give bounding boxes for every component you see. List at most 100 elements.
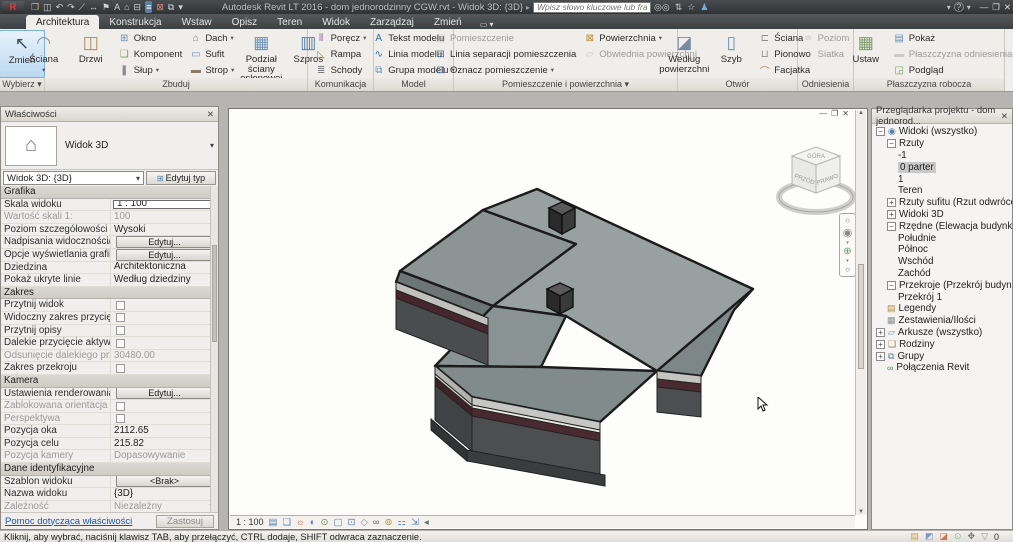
- ribbon-button[interactable]: ❚ Słup ▾: [115, 62, 186, 78]
- ribbon-display-toggle[interactable]: ▭ ▾: [480, 20, 494, 29]
- show-workplane-icon[interactable]: ▤: [893, 33, 906, 44]
- collapse-icon[interactable]: −: [876, 127, 885, 137]
- property-value[interactable]: Architektoniczna: [111, 262, 218, 274]
- shaft-opening-icon[interactable]: ▯: [719, 32, 743, 54]
- ribbon-button[interactable]: ◲ Podgląd: [890, 62, 1013, 78]
- tab-zmień[interactable]: Zmień: [424, 15, 472, 29]
- ribbon-button[interactable]: ▭ Sufit: [186, 46, 237, 62]
- level-icon[interactable]: ≐: [802, 33, 815, 44]
- tree-item[interactable]: -1: [872, 150, 1012, 162]
- railing-icon[interactable]: ⫴: [315, 33, 328, 44]
- property-value[interactable]: Wysoki: [111, 224, 218, 236]
- property-value[interactable]: 215.82: [111, 438, 218, 450]
- reveal-hidden-icon[interactable]: ⊚: [385, 517, 393, 528]
- tree-item[interactable]: Przekrój 1: [872, 291, 1012, 303]
- views-icon[interactable]: ◉: [888, 126, 896, 137]
- family-icon[interactable]: ❑: [888, 339, 896, 350]
- crop-view-icon[interactable]: ▢: [333, 517, 342, 528]
- collapse-icon[interactable]: −: [887, 221, 896, 231]
- section-icon[interactable]: ⊟: [134, 1, 142, 13]
- legend-icon[interactable]: ▤: [887, 303, 896, 314]
- drawing-area[interactable]: GÓRA PRZÓD PRAWO ○ ◉ ▾ ⊕ ▾ ○ — ❐ ✕ ▲ ▼ 1…: [228, 108, 868, 530]
- zoom-dropdown-icon[interactable]: ▾: [846, 258, 849, 264]
- apply-button[interactable]: Zastosuj: [156, 514, 214, 528]
- infocenter-dropdown[interactable]: ▾: [947, 3, 951, 12]
- tree-item[interactable]: Zachód: [872, 268, 1012, 280]
- wall-icon[interactable]: ◠: [32, 32, 56, 54]
- measure-icon[interactable]: ⟋: [79, 1, 85, 13]
- property-value[interactable]: {3D}: [111, 488, 218, 500]
- ribbon-button[interactable]: ▦Podział ściany osłonowej: [238, 30, 284, 83]
- house-3d-model[interactable]: [229, 109, 869, 531]
- property-value[interactable]: 1 : 100: [113, 199, 216, 210]
- rendering-dialog-icon[interactable]: ⊙: [321, 517, 329, 528]
- ribbon-button[interactable]: ⫴ Poręcz ▾: [312, 30, 370, 46]
- default-3d-view-icon[interactable]: ⌂: [124, 1, 129, 13]
- customize-qat-icon[interactable]: ▾: [178, 1, 183, 13]
- search-input[interactable]: [533, 1, 652, 13]
- scroll-up-icon[interactable]: ▲: [858, 110, 864, 116]
- displaced-elements-icon[interactable]: ⇲: [411, 517, 419, 528]
- underlay-select-icon[interactable]: ◩: [925, 531, 934, 542]
- tree-item[interactable]: − ◉ Widoki (wszystko): [872, 126, 1012, 138]
- tree-item[interactable]: Północ: [872, 244, 1012, 256]
- ribbon-button[interactable]: ⊡ Oznacz pomieszczenie ▾: [431, 62, 579, 78]
- view-close-icon[interactable]: ✕: [842, 109, 849, 118]
- tree-item[interactable]: Wschód: [872, 256, 1012, 268]
- help-icon[interactable]: ?: [953, 2, 964, 12]
- properties-help-link[interactable]: Pomoc dotycząca właściwości: [5, 516, 132, 527]
- ribbon-button[interactable]: ◠ Ściana ▾: [21, 30, 67, 78]
- filter-icon[interactable]: ▽: [981, 531, 988, 542]
- group-icon[interactable]: ⧉: [888, 351, 894, 362]
- properties-scrollbar[interactable]: [210, 186, 218, 512]
- tree-item[interactable]: 0 parter: [872, 161, 1012, 173]
- tree-item[interactable]: ▦ Zestawienia/Ilości: [872, 315, 1012, 327]
- tab-zarządzaj[interactable]: Zarządzaj: [360, 15, 424, 29]
- tree-item[interactable]: + Widoki 3D: [872, 209, 1012, 221]
- application-menu-button[interactable]: R: [2, 0, 24, 14]
- tree-item[interactable]: − Rzuty: [872, 138, 1012, 150]
- ribbon-button[interactable]: ◫ Drzwi: [68, 30, 114, 78]
- expand-icon[interactable]: +: [876, 339, 885, 349]
- property-edit-button[interactable]: Edytuj...: [116, 236, 213, 248]
- ribbon-button[interactable]: ⊟ Linia separacji pomieszczenia: [431, 46, 579, 62]
- tree-item[interactable]: ∞ Połączenia Revit: [872, 362, 1012, 374]
- tab-architektura[interactable]: Architektura: [26, 15, 100, 29]
- property-section-header[interactable]: Dane identyfikacyjne⌃: [1, 463, 218, 476]
- show-crop-icon[interactable]: ⊡: [347, 517, 355, 528]
- close-hidden-windows-icon[interactable]: ⊠: [156, 1, 164, 13]
- curtain-grid-icon[interactable]: ▦: [249, 32, 273, 54]
- tree-item[interactable]: − Rzędne (Elewacja budynku): [872, 220, 1012, 232]
- edit-type-button[interactable]: ⊞ Edytuj typ: [146, 171, 216, 185]
- wall-opening-icon[interactable]: ⊏: [758, 33, 771, 44]
- vertical-opening-icon[interactable]: ⊔: [758, 49, 771, 60]
- minimize-button[interactable]: —: [980, 2, 989, 13]
- dormer-opening-icon[interactable]: ⌒: [758, 63, 771, 78]
- sun-path-icon[interactable]: ☼: [296, 517, 305, 528]
- model-line-icon[interactable]: ∿: [372, 49, 385, 60]
- ribbon-button[interactable]: ◺ Rampa: [312, 46, 370, 62]
- tree-item[interactable]: 1: [872, 173, 1012, 185]
- aligned-dimension-icon[interactable]: ↔: [89, 1, 98, 13]
- tree-item[interactable]: + ▱ Arkusze (wszystko): [872, 327, 1012, 339]
- tag-icon[interactable]: ⚑: [102, 1, 110, 13]
- model-text-icon[interactable]: A: [372, 33, 385, 44]
- expand-icon[interactable]: +: [887, 209, 896, 219]
- zoom-tool-icon[interactable]: ⊕: [843, 246, 851, 257]
- view-scale-button[interactable]: 1 : 100: [236, 517, 264, 527]
- tree-item[interactable]: Teren: [872, 185, 1012, 197]
- properties-close-icon[interactable]: ✕: [207, 109, 214, 120]
- view-restore-icon[interactable]: ❐: [831, 109, 838, 118]
- property-checkbox[interactable]: [116, 338, 125, 348]
- tab-widok[interactable]: Widok: [312, 15, 360, 29]
- binoculars-icon[interactable]: ◎◎: [654, 2, 670, 13]
- component-icon[interactable]: ❏: [118, 49, 131, 60]
- reference-plane-icon[interactable]: ▬: [893, 49, 906, 60]
- detail-level-icon[interactable]: ▤: [269, 517, 278, 528]
- scrollbar-thumb[interactable]: [858, 263, 864, 370]
- area-boundary-icon[interactable]: ▱: [583, 49, 596, 60]
- exchange-apps-icon[interactable]: ⇅: [675, 2, 683, 13]
- title-expand-arrow[interactable]: ▸: [526, 3, 530, 12]
- grid-icon[interactable]: ⌗: [802, 49, 815, 60]
- tree-item[interactable]: Południe: [872, 232, 1012, 244]
